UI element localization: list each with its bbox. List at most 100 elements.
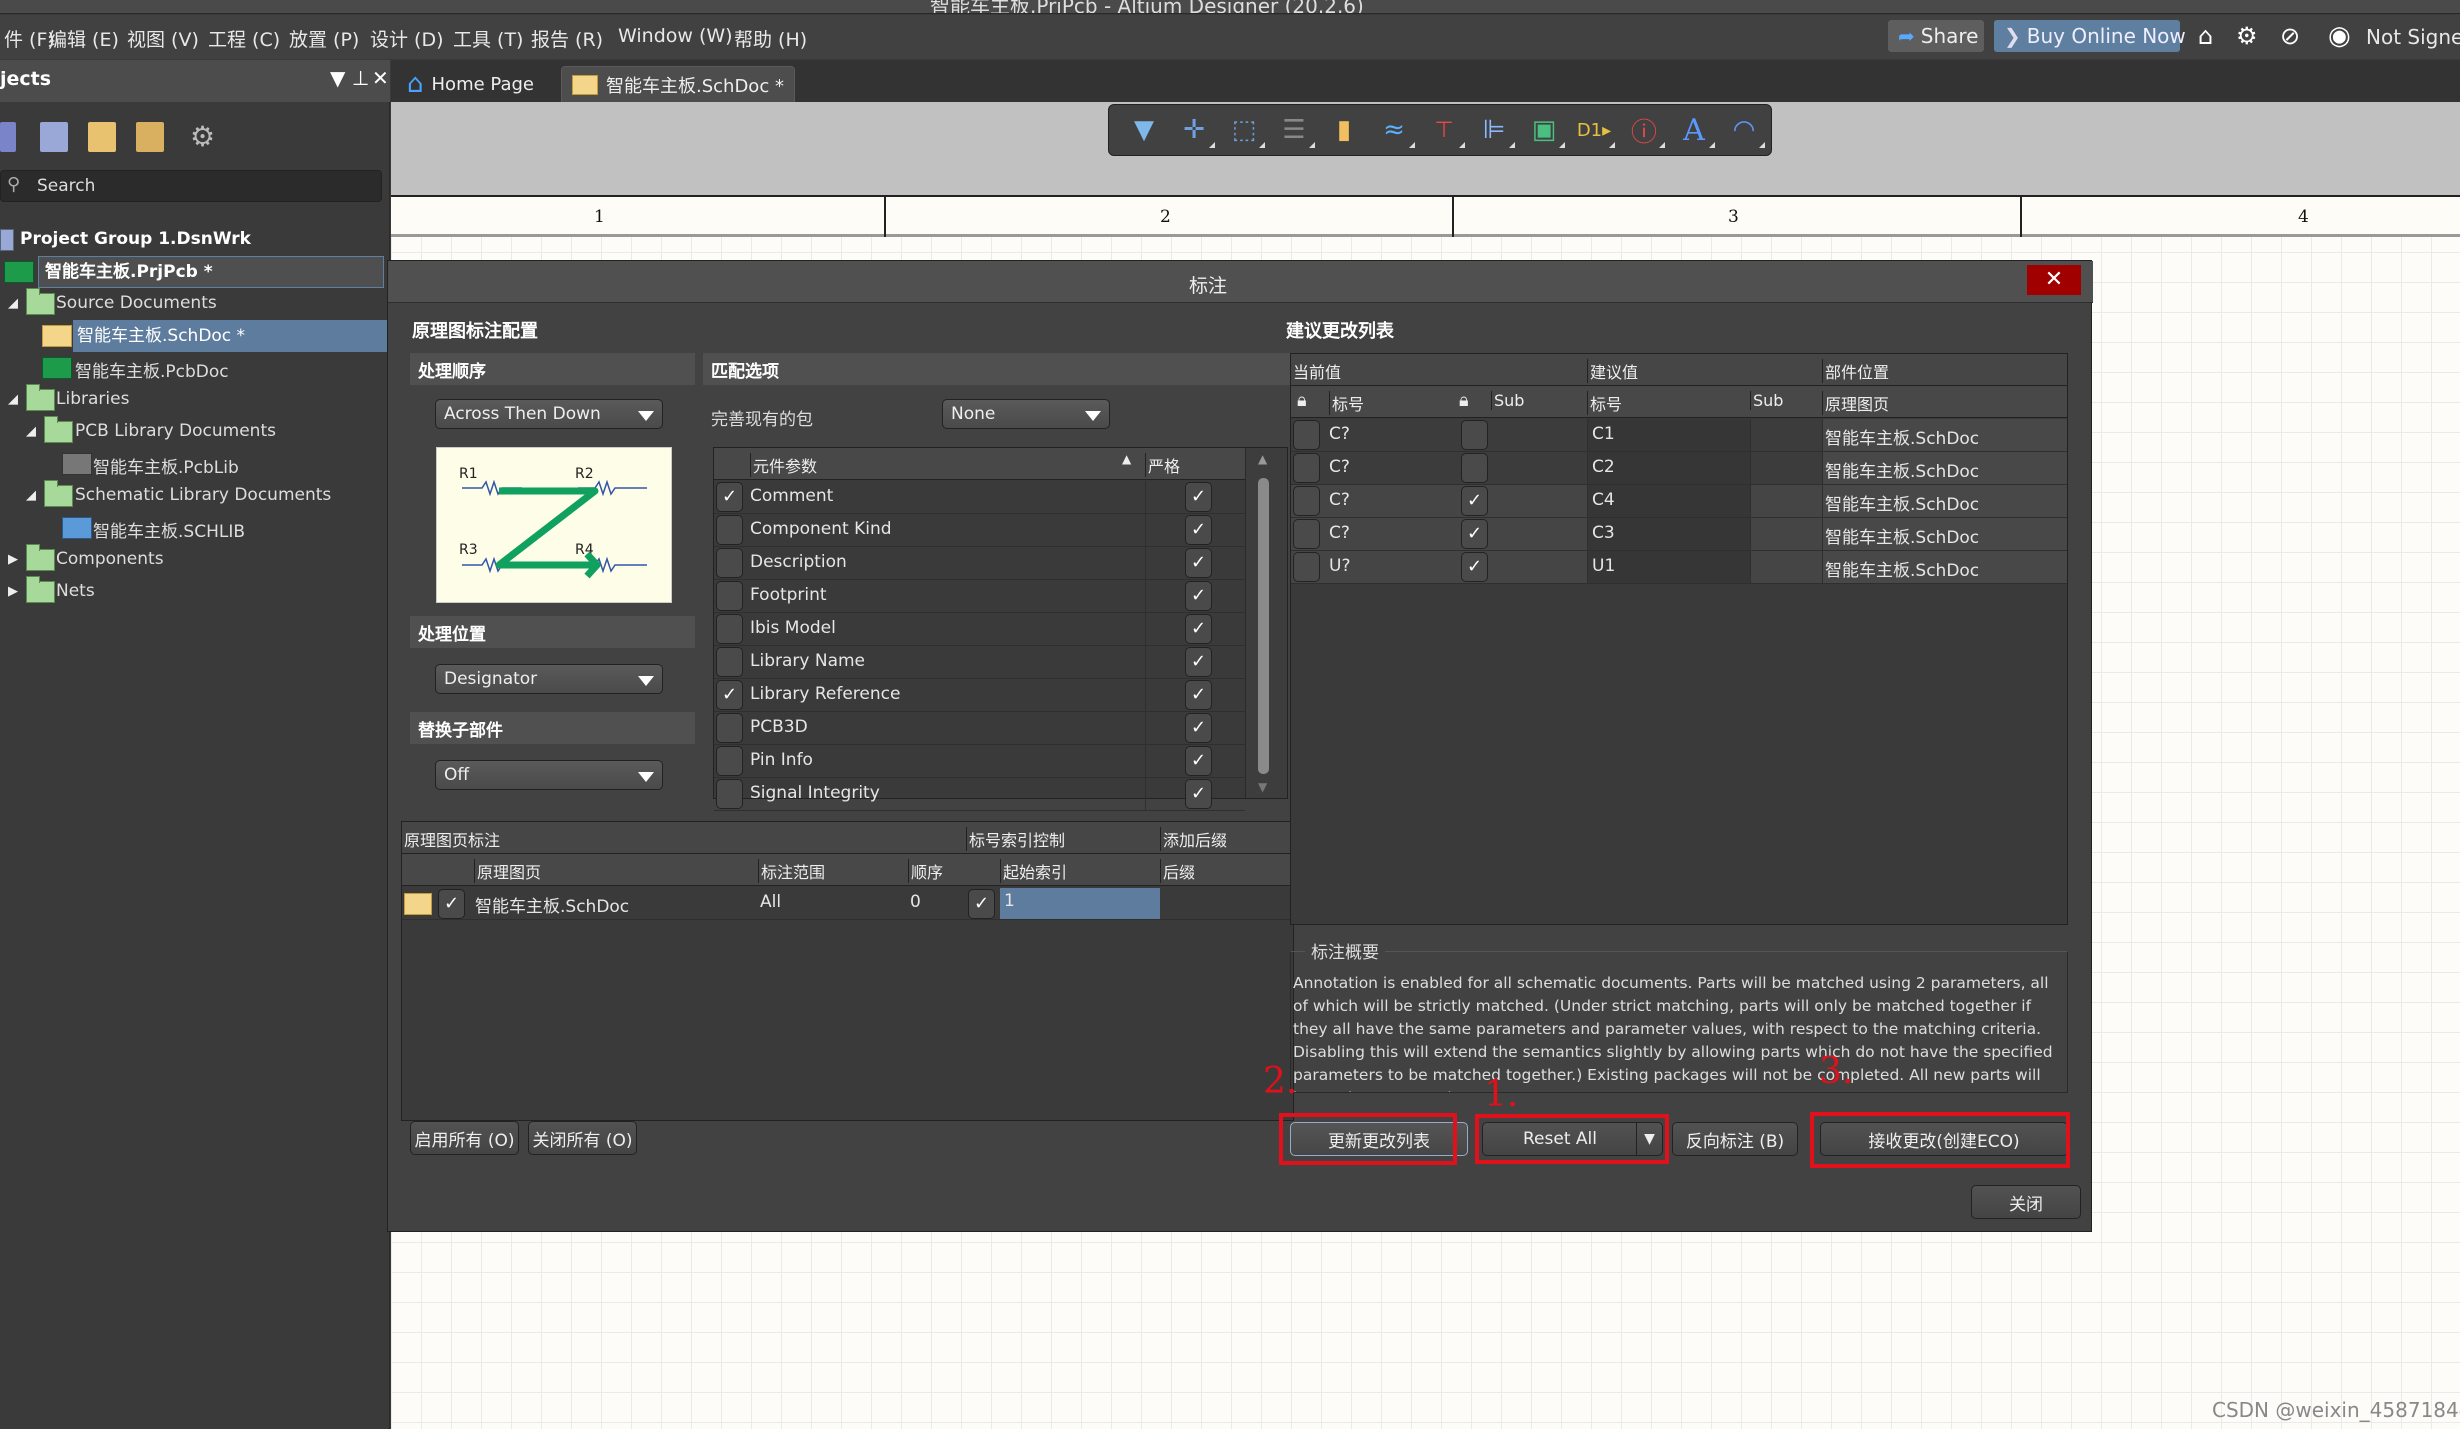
col-header-location-sheet[interactable]: 原理图页 [1822, 391, 1889, 415]
param-enable-checkbox[interactable] [716, 548, 743, 578]
tree-item-components[interactable]: ▶ Components [0, 544, 384, 576]
vcc-icon[interactable]: ⊤ [1419, 110, 1469, 150]
sheet-row[interactable]: ✓ 智能车主板.SchDoc All 0 ✓ 1 [402, 887, 1293, 920]
menu-edit[interactable]: 编辑 (E) [48, 25, 119, 52]
param-enable-checkbox[interactable] [716, 713, 743, 743]
tree-item-pcblib[interactable]: 智能车主板.PcbLib [0, 448, 384, 480]
col-header-order[interactable]: 顺序 [908, 859, 943, 883]
col-header-param[interactable]: 元件参数 [750, 453, 817, 477]
subparts-dropdown[interactable]: Off [435, 760, 663, 790]
param-enable-checkbox[interactable] [716, 515, 743, 545]
tree-item-nets[interactable]: ▶ Nets [0, 576, 384, 608]
menu-window[interactable]: Window (W) [618, 25, 733, 47]
param-enable-checkbox[interactable] [716, 647, 743, 677]
proposed-row[interactable]: C? C2 智能车主板.SchDoc [1291, 452, 2067, 485]
collapse-icon[interactable]: ▶ [8, 552, 18, 567]
param-strict-checkbox[interactable]: ✓ [1185, 548, 1212, 578]
menu-help[interactable]: 帮助 (H) [734, 25, 807, 52]
move-icon[interactable]: ✛ [1169, 110, 1219, 150]
text-icon[interactable]: A [1669, 110, 1719, 150]
pin-icon[interactable]: ⊥ [352, 66, 369, 90]
menu-project[interactable]: 工程 (C) [208, 25, 280, 52]
col-header-sheet[interactable]: 原理图页 [474, 859, 541, 883]
filter-icon[interactable]: ▼ [1119, 110, 1169, 150]
gear-icon[interactable]: ⚙ [2236, 23, 2258, 49]
close-button[interactable]: 关闭 [1971, 1185, 2081, 1219]
expand-icon[interactable]: ◢ [26, 488, 36, 503]
home-icon[interactable]: ⌂ [2198, 23, 2213, 49]
close-icon[interactable]: ✕ [372, 66, 389, 90]
tree-item-schdoc[interactable]: 智能车主板.SchDoc * [0, 320, 393, 352]
col-header-scope[interactable]: 标注范围 [758, 859, 825, 883]
col-header-sub[interactable]: Sub [1491, 391, 1524, 410]
param-row[interactable]: Component Kind ✓ [714, 514, 1245, 547]
sheet-scope[interactable]: All [760, 892, 781, 912]
param-row[interactable]: Ibis Model ✓ [714, 613, 1245, 646]
param-enable-checkbox[interactable] [716, 581, 743, 611]
buy-online-button[interactable]: ❯ Buy Online Now [1994, 20, 2186, 52]
tab-schdoc[interactable]: 智能车主板.SchDoc * [561, 66, 795, 102]
tree-item-source-documents[interactable]: ◢ Source Documents [0, 288, 384, 320]
menu-reports[interactable]: 报告 (R) [531, 25, 603, 52]
dialog-close-button[interactable]: ✕ [2027, 265, 2081, 295]
menu-place[interactable]: 放置 (P) [289, 25, 359, 52]
panel-menu-icon[interactable]: ▼ [330, 66, 345, 90]
col-header-start-index[interactable]: 起始索引 [1000, 859, 1067, 883]
tree-item-pcbdoc[interactable]: 智能车主板.PcbDoc [0, 352, 384, 384]
param-strict-checkbox[interactable]: ✓ [1185, 614, 1212, 644]
order-dropdown[interactable]: Across Then Down [435, 399, 663, 429]
user-icon[interactable]: ◉ [2328, 23, 2351, 49]
param-strict-checkbox[interactable]: ✓ [1185, 581, 1212, 611]
notifications-off-icon[interactable]: ⊘ [2280, 23, 2300, 49]
sub-lock-checkbox[interactable]: ✓ [1461, 519, 1488, 549]
params-scrollbar[interactable]: ▲ ▼ [1245, 448, 1287, 798]
folder-settings-icon[interactable] [136, 122, 164, 152]
param-row[interactable]: Footprint ✓ [714, 580, 1245, 613]
proposed-row[interactable]: C? C1 智能车主板.SchDoc [1291, 419, 2067, 452]
wire-icon[interactable]: ≈ [1369, 110, 1419, 150]
scroll-up-icon[interactable]: ▲ [1258, 452, 1267, 466]
param-enable-checkbox[interactable]: ✓ [716, 482, 743, 512]
param-strict-checkbox[interactable]: ✓ [1185, 680, 1212, 710]
sub-lock-checkbox[interactable] [1461, 420, 1488, 450]
folder-search-icon[interactable] [88, 122, 116, 152]
param-row[interactable]: Pin Info ✓ [714, 745, 1245, 778]
menu-tools[interactable]: 工具 (T) [453, 25, 523, 52]
param-row[interactable]: ✓ Comment ✓ [714, 481, 1245, 514]
tree-item-schematic-library-documents[interactable]: ◢ Schematic Library Documents [0, 480, 384, 512]
param-row[interactable]: PCB3D ✓ [714, 712, 1245, 745]
arc-icon[interactable]: ◠ [1719, 110, 1769, 150]
col-header-proposed-designator[interactable]: 标号 [1587, 391, 1622, 415]
param-row[interactable]: Signal Integrity ✓ [714, 778, 1245, 811]
scroll-down-icon[interactable]: ▼ [1258, 780, 1267, 794]
sheet-enable-checkbox[interactable]: ✓ [438, 889, 465, 919]
disable-all-button[interactable]: 关闭所有 (O) [528, 1121, 637, 1155]
scroll-thumb[interactable] [1258, 478, 1269, 774]
designator-lock-checkbox[interactable] [1293, 453, 1320, 483]
param-enable-checkbox[interactable] [716, 779, 743, 809]
sub-lock-checkbox[interactable] [1461, 453, 1488, 483]
tree-item-project[interactable]: 智能车主板.PrjPcb * [0, 256, 384, 288]
col-header-proposed-sub[interactable]: Sub [1750, 391, 1783, 410]
param-strict-checkbox[interactable]: ✓ [1185, 647, 1212, 677]
documents-icon[interactable] [40, 122, 68, 152]
proposed-row[interactable]: C? ✓ C4 智能车主板.SchDoc [1291, 485, 2067, 518]
param-enable-checkbox[interactable] [716, 614, 743, 644]
param-strict-checkbox[interactable]: ✓ [1185, 713, 1212, 743]
param-row[interactable]: Library Name ✓ [714, 646, 1245, 679]
designator-lock-checkbox[interactable] [1293, 420, 1320, 450]
location-dropdown[interactable]: Designator [435, 664, 663, 694]
place-part-icon[interactable]: ▮ [1319, 110, 1369, 150]
tree-item-project-group[interactable]: Project Group 1.DsnWrk [0, 224, 384, 256]
sub-lock-checkbox[interactable]: ✓ [1461, 486, 1488, 516]
param-enable-checkbox[interactable]: ✓ [716, 680, 743, 710]
param-strict-checkbox[interactable]: ✓ [1185, 746, 1212, 776]
menu-design[interactable]: 设计 (D) [370, 25, 444, 52]
enable-all-button[interactable]: 启用所有 (O) [410, 1121, 519, 1155]
dialog-title-bar[interactable]: 标注 ✕ [388, 261, 2093, 303]
param-enable-checkbox[interactable] [716, 746, 743, 776]
proposed-row[interactable]: C? ✓ C3 智能车主板.SchDoc [1291, 518, 2067, 551]
save-icon[interactable] [0, 122, 16, 152]
collapse-icon[interactable]: ▶ [8, 584, 18, 599]
col-header-suffix[interactable]: 后缀 [1160, 859, 1195, 883]
